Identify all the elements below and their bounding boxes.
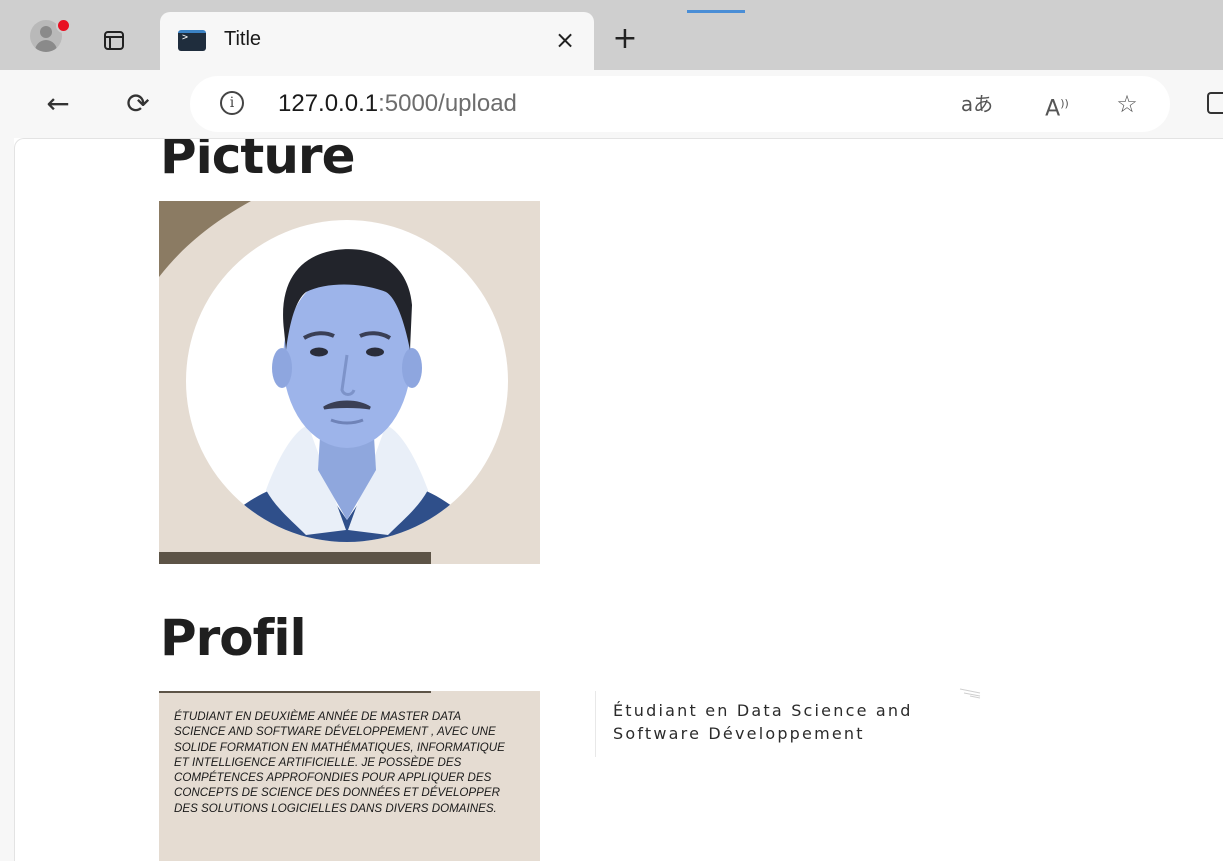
url-path: :5000/upload	[378, 90, 517, 117]
tab-accent-line	[687, 10, 745, 13]
new-tab-button[interactable]: +	[608, 22, 642, 56]
close-tab-button[interactable]: ×	[550, 24, 580, 56]
profile-accent-line	[159, 691, 431, 693]
tab-actions-button[interactable]	[96, 22, 132, 58]
profile-description: Étudiant en deuxième année de master Dat…	[174, 710, 505, 815]
portrait-image	[226, 249, 468, 542]
url-host: 127.0.0.1	[278, 90, 379, 117]
tab-strip: Title × +	[0, 0, 1223, 70]
split-screen-icon[interactable]	[1207, 92, 1223, 114]
profil-heading: Profil	[160, 609, 307, 667]
address-bar[interactable]: i 127.0.0.1:5000/upload aあ A)) ☆	[190, 76, 1170, 132]
site-info-icon[interactable]: i	[220, 91, 244, 115]
profile-photo	[186, 220, 508, 542]
decorative-lines-icon	[959, 688, 981, 699]
page-gutter	[0, 138, 14, 861]
reload-button[interactable]: ⟳	[118, 84, 158, 124]
picture-heading: Picture	[160, 138, 355, 185]
photo-accent-bar	[159, 552, 431, 564]
read-aloud-icon[interactable]: A))	[1040, 88, 1074, 125]
active-tab[interactable]: Title ×	[160, 12, 594, 70]
terminal-favicon-icon	[178, 30, 206, 51]
profile-photo-card	[159, 201, 540, 564]
back-button[interactable]: ←	[38, 84, 78, 124]
subtitle-block: Étudiant en Data Science and Software Dé…	[595, 688, 981, 757]
tab-title: Title	[224, 28, 262, 50]
favorite-star-icon[interactable]: ☆	[1110, 88, 1144, 120]
tab-actions-icon	[104, 30, 124, 50]
translate-icon[interactable]: aあ	[960, 88, 994, 120]
url-text[interactable]: 127.0.0.1:5000/upload	[278, 90, 517, 118]
profile-description-card: Étudiant en deuxième année de master Dat…	[159, 691, 540, 861]
page-viewport: Picture Profil ÉTUDIANT EN DEUXIÈME ANNÉ…	[14, 138, 1223, 861]
profile-button[interactable]	[20, 14, 71, 64]
notification-dot-icon	[56, 18, 71, 33]
browser-toolbar: ← ⟳ i 127.0.0.1:5000/upload aあ A)) ☆	[0, 70, 1223, 138]
subtitle-text: Étudiant en Data Science and Software Dé…	[613, 701, 913, 743]
